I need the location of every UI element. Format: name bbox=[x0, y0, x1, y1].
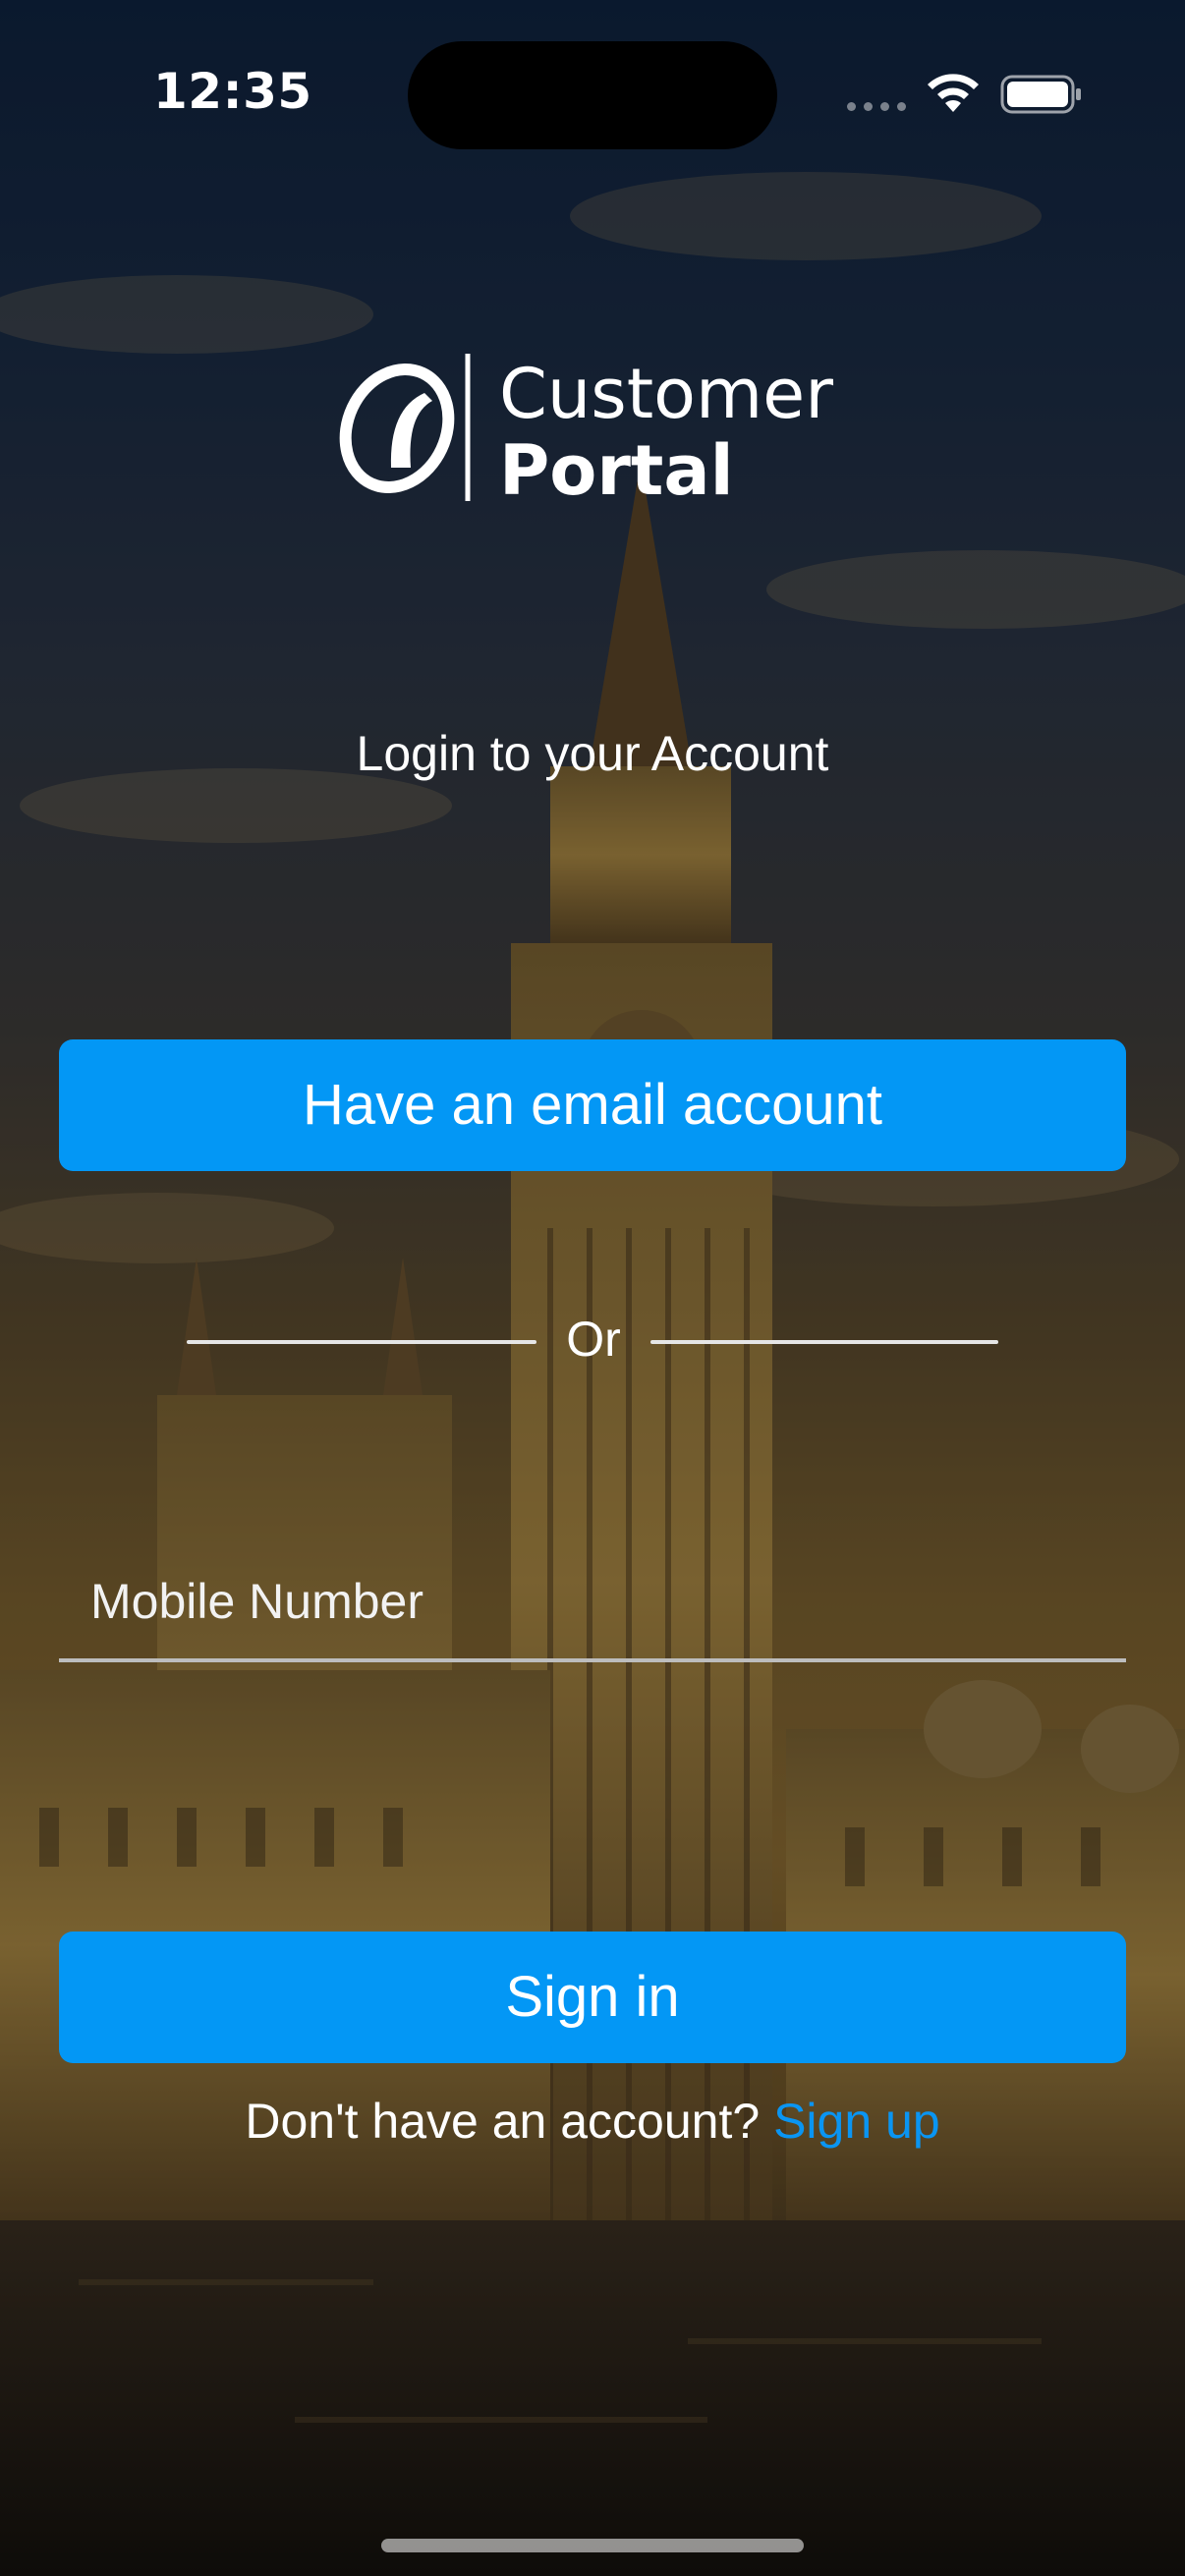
signup-row: Don't have an account? Sign up bbox=[0, 2093, 1185, 2150]
divider-text: Or bbox=[566, 1312, 621, 1367]
mobile-number-input[interactable] bbox=[59, 1544, 1126, 1662]
login-title: Login to your Account bbox=[356, 726, 829, 781]
divider-line-right bbox=[650, 1340, 998, 1344]
divider-line-left bbox=[187, 1340, 536, 1344]
wifi-icon bbox=[928, 74, 979, 112]
home-indicator bbox=[381, 2539, 804, 2552]
email-account-button[interactable]: Have an email account bbox=[59, 1039, 1126, 1171]
sign-up-link[interactable]: Sign up bbox=[773, 2094, 940, 2149]
dynamic-island bbox=[408, 41, 777, 149]
customer-portal-logo: Customer Portal bbox=[330, 350, 861, 511]
logo-text-customer: Customer bbox=[499, 354, 834, 434]
no-account-text: Don't have an account? bbox=[245, 2094, 761, 2149]
battery-icon bbox=[1000, 75, 1081, 114]
cellular-signal-icon bbox=[847, 102, 906, 111]
logo-text-portal: Portal bbox=[499, 430, 734, 511]
logo-mark-icon bbox=[339, 354, 471, 501]
sign-in-button[interactable]: Sign in bbox=[59, 1932, 1126, 2063]
login-screen: 12:35 Customer Portal Login to your Acco… bbox=[0, 0, 1185, 2576]
status-time: 12:35 bbox=[153, 63, 312, 120]
